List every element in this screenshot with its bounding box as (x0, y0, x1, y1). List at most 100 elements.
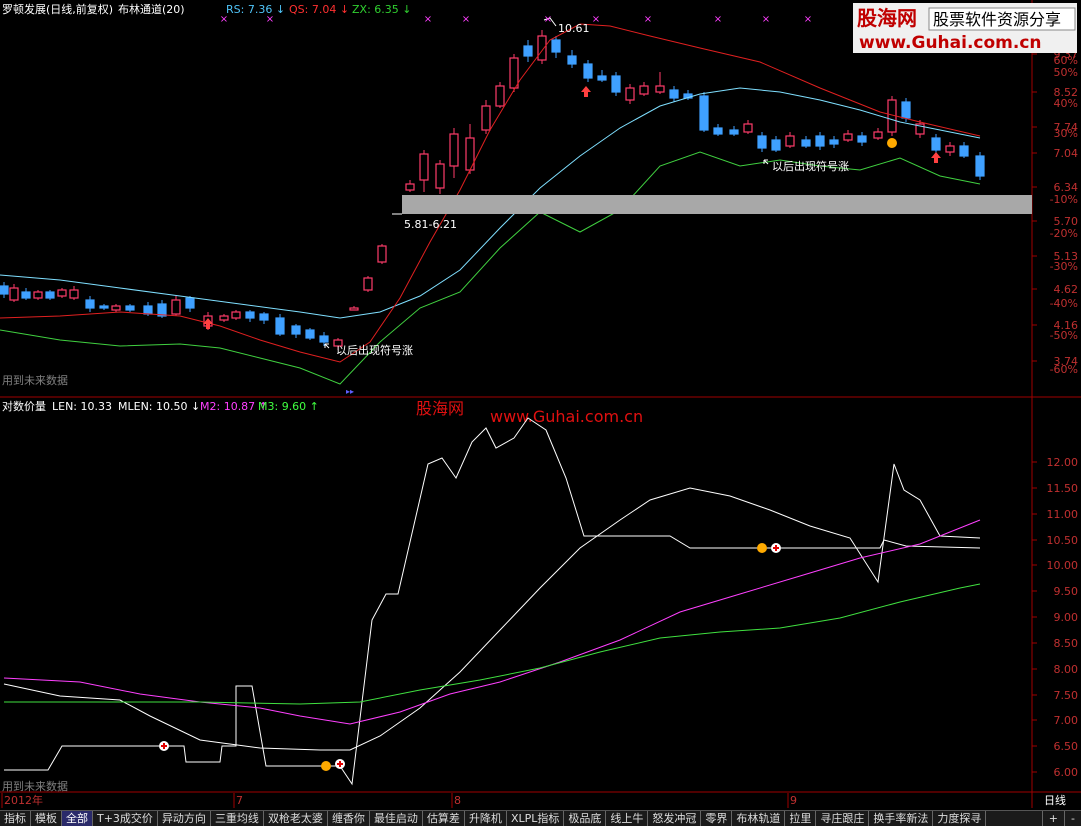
logo-url: www.Guhai.com.cn (859, 33, 1042, 53)
candle-body (185, 297, 195, 309)
pct-tick-label: 40% (1054, 97, 1078, 110)
candle-body (363, 277, 373, 291)
candle-body (815, 135, 825, 147)
indicator-tab[interactable]: 力度探寻 (933, 811, 987, 826)
indicator-tab[interactable]: T+3成交价 (93, 811, 158, 826)
cross-mark-icon: × (714, 14, 722, 25)
indicator-name: 布林通道(20) (118, 2, 185, 16)
support-zone-label: 5.81-6.21 (404, 218, 457, 231)
candle-body (231, 311, 241, 319)
candle-body (111, 305, 121, 311)
indicator-tab[interactable]: 极品底 (564, 811, 607, 826)
indicator-tab[interactable]: 三重均线 (211, 811, 264, 826)
indicator-tab[interactable]: 全部 (62, 811, 93, 826)
candle-body (143, 305, 153, 315)
period-label: 日线 (1044, 793, 1066, 807)
tab-bar-controls: + - (1041, 811, 1081, 826)
candle-body (931, 137, 941, 151)
time-label: 2012年 (4, 793, 43, 807)
candle-body (219, 315, 229, 321)
indicator-tab[interactable]: 布林轨道 (732, 811, 786, 826)
cross-mark-icon: × (544, 14, 552, 25)
volume-tick-label: 6.00 (1054, 766, 1079, 779)
watermark-cn: 股海网 (416, 399, 464, 418)
indicator-tab[interactable]: 异动方向 (158, 811, 211, 826)
candle-body (275, 317, 285, 335)
candle-body (757, 135, 767, 149)
pct-tick-label: -60% (1050, 363, 1078, 376)
stock-chart-canvas[interactable]: 9.378.527.747.046.345.705.134.624.163.74… (0, 0, 1081, 825)
cross-mark-icon: × (266, 14, 274, 25)
future-data-note-2: 用到未来数据 (2, 779, 68, 793)
candle-body (33, 291, 43, 299)
candle-body (419, 153, 429, 181)
candle-body (945, 145, 955, 153)
candle-body (291, 325, 301, 335)
candle-body (537, 35, 547, 61)
candle-body (843, 133, 853, 141)
candle-body (567, 55, 577, 65)
cross-mark-icon: × (462, 14, 470, 25)
candle-body (45, 291, 55, 299)
indicator-tab[interactable]: 模板 (31, 811, 62, 826)
candle-body (625, 87, 635, 101)
cross-mark-icon: × (804, 14, 812, 25)
pct-tick-label: 30% (1054, 127, 1078, 140)
indicator-tab[interactable]: 指标 (0, 811, 31, 826)
indicator-tab[interactable]: XLPL指标 (507, 811, 565, 826)
cross-mark-icon: × (220, 14, 228, 25)
indicator-tab[interactable]: 最佳启动 (370, 811, 423, 826)
volume-indicator-title: 对数价量 (2, 399, 46, 413)
candle-body (611, 75, 621, 93)
indicator-tab-bar: 指标 模板 全部 T+3成交价 异动方向 三重均线 双枪老太婆 缠香你 最佳启动 估算差 升降机 XL… (0, 810, 1081, 826)
volume-tick-label: 9.00 (1054, 611, 1079, 624)
volume-tick-label: 7.50 (1054, 689, 1079, 702)
cross-mark-icon: × (592, 14, 600, 25)
indicator-tab[interactable]: 线上牛 (606, 811, 649, 826)
pct-tick-label: -20% (1050, 227, 1078, 240)
high-price-label: 10.61 (558, 22, 590, 35)
candle-body (801, 139, 811, 147)
candle-body (713, 127, 723, 135)
candle-body (99, 305, 109, 309)
indicator-value-qs: QS: 7.04 ↓ (289, 3, 349, 16)
indicator-value-zx: ZX: 6.35 ↓ (352, 3, 411, 16)
volume-tick-label: 11.50 (1047, 482, 1079, 495)
candle-body (729, 129, 739, 135)
indicator-tab[interactable]: 换手率新法 (869, 811, 934, 826)
indicator-tab[interactable]: 怒发冲冠 (648, 811, 702, 826)
candle-body (0, 285, 9, 295)
volume-tick-label: 8.00 (1054, 663, 1079, 676)
indicator-tab[interactable]: 寻庄跟庄 (816, 811, 870, 826)
pct-tick-label: -10% (1050, 193, 1078, 206)
indicator-tab[interactable]: 双枪老太婆 (264, 811, 328, 826)
volume-tick-label: 8.50 (1054, 637, 1079, 650)
candle-body (583, 63, 593, 79)
volume-tick-label: 12.00 (1047, 456, 1079, 469)
candle-body (125, 305, 135, 311)
site-logo: 股海网 股票软件资源分享 www.Guhai.com.cn (853, 3, 1077, 53)
volume-tick-label: 9.50 (1054, 585, 1079, 598)
indicator-tab[interactable]: 零界 (701, 811, 733, 826)
candle-body (9, 287, 19, 301)
zoom-out-button[interactable]: - (1064, 811, 1081, 826)
candle-body (305, 329, 315, 339)
indicator-tab[interactable]: 拉里 (785, 811, 817, 826)
indicator-tab[interactable]: 估算差 (423, 811, 465, 826)
volume-value-mlen: MLEN: 10.50 ↓ (118, 400, 200, 413)
orange-fruit-icon (887, 138, 897, 148)
support-zone-band (402, 195, 1032, 214)
candle-body (551, 39, 561, 53)
candle-body (785, 135, 795, 147)
pct-tick-label: -30% (1050, 260, 1078, 273)
logo-slogan: 股票软件资源分享 (933, 10, 1061, 29)
logo-text-cn: 股海网 (857, 6, 917, 30)
candle-body (901, 101, 911, 119)
candle-body (21, 291, 31, 299)
candle-body (959, 145, 969, 157)
cross-mark-icon: × (762, 14, 770, 25)
indicator-tab[interactable]: 升降机 (465, 811, 507, 826)
zoom-in-button[interactable]: + (1041, 811, 1064, 826)
volume-value-len: LEN: 10.33 (52, 400, 112, 413)
indicator-tab[interactable]: 缠香你 (328, 811, 370, 826)
